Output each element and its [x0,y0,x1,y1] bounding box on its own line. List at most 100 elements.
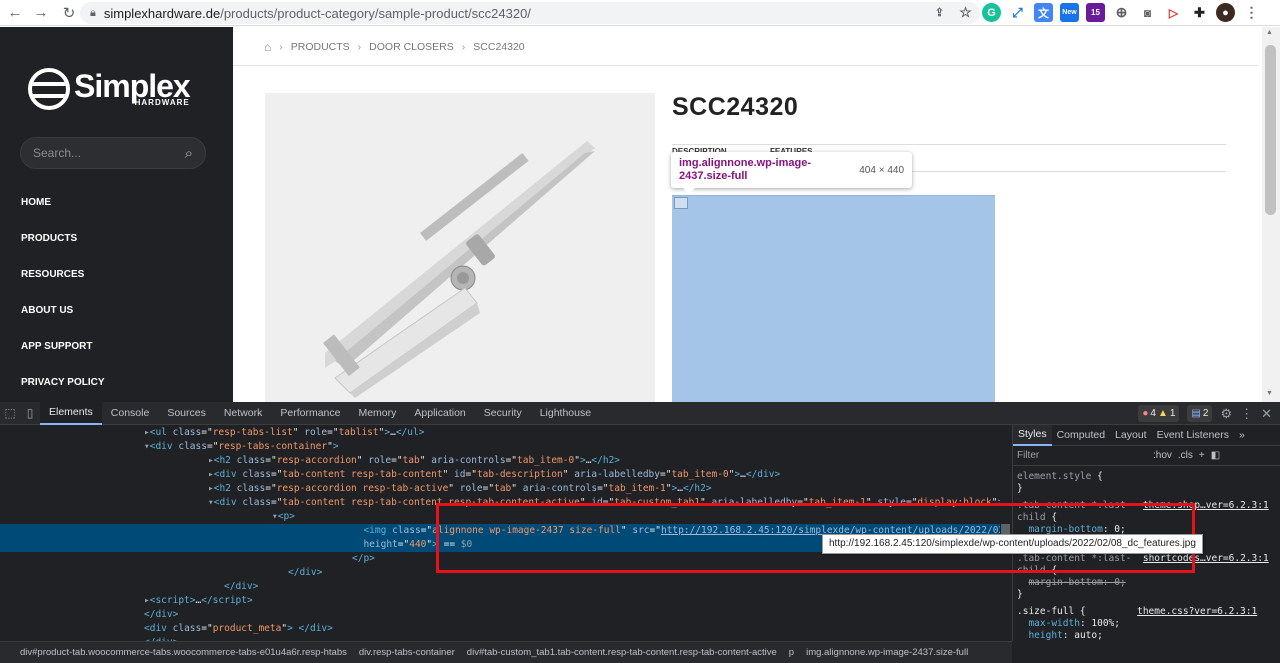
tab-lighthouse[interactable]: Lighthouse [531,402,600,425]
tab-sources[interactable]: Sources [158,402,215,425]
home-icon[interactable]: ⌂ [264,40,271,54]
tab-application[interactable]: Application [405,402,474,425]
inspect-element-icon[interactable]: ⬚ [0,402,20,425]
breadcrumb-separator: › [461,41,466,53]
style-rule-selector: .size-full { theme.css?ver=6.2.3:1 [1017,606,1258,617]
scroll-down-arrow-icon[interactable]: ▼ [1266,390,1273,397]
message-icon: ▤ [1191,408,1201,419]
dom-node-line[interactable]: </div> [0,566,322,580]
dom-node-line[interactable]: <div class="product_meta"> </div> [0,622,333,636]
shield-extension-icon[interactable]: 15 [1086,3,1105,22]
puzzle-extensions-icon[interactable]: ✚ [1190,3,1209,22]
cls-button[interactable]: .cls [1178,450,1193,461]
dom-node-line[interactable]: </p> [0,552,375,566]
devtools-more-icon[interactable]: ⋮ [1240,406,1253,422]
warning-icon: ▲ [1157,408,1168,419]
close-devtools-icon[interactable]: ✕ [1261,406,1272,422]
back-arrow-icon[interactable]: ← [4,2,26,24]
inspected-element-highlight [672,195,995,402]
more-tabs-icon[interactable]: » [1234,425,1250,446]
dom-node-line[interactable]: ▾<p> [0,510,295,524]
menu-item-app-support[interactable]: APP SUPPORT [21,341,105,377]
dom-node-line[interactable]: ▾<div class="resp-tabs-container"> [0,440,339,454]
camera-extension-icon[interactable]: ◙ [1138,3,1157,22]
warning-count: 1 [1169,408,1176,419]
dom-node-line[interactable]: </div> [0,580,258,594]
site-search-input[interactable] [33,146,173,160]
breadcrumb-door-closers[interactable]: DOOR CLOSERS [369,41,454,53]
dom-breadcrumb-item[interactable]: div#product-tab.woocommerce-tabs.woocomm… [20,647,347,658]
profile-avatar[interactable]: ● [1216,3,1235,22]
tab-performance[interactable]: Performance [271,402,349,425]
search-icon[interactable]: ⌕ [185,145,193,162]
menu-item-home[interactable]: HOME [21,197,105,233]
dom-node-line[interactable]: ▸<ul class="resp-tabs-list" role="tablis… [0,426,424,440]
dom-breadcrumb-item[interactable]: div#tab-custom_tab1.tab-content.resp-tab… [467,647,777,658]
translate-extension-icon[interactable]: 文 [1034,3,1053,22]
forward-arrow-icon[interactable]: → [30,2,52,24]
styles-filter-input[interactable] [1017,450,1147,461]
messages-badge[interactable]: ▤ 2 [1187,405,1213,422]
dom-node-line[interactable]: </div> [0,608,178,622]
devtools-tab-bar: ⬚ ▯ Elements Console Sources Network Per… [0,401,1280,425]
src-url-tooltip: http://192.168.2.45:120/simplexde/wp-con… [822,534,1203,554]
menu-item-resources[interactable]: RESOURCES [21,269,105,305]
tab-memory[interactable]: Memory [349,402,405,425]
address-bar[interactable]: 🔒︎ simplexhardware.de/products/product-c… [80,2,980,24]
extensions-area: ⇪ ☆ G ⤢ 文 New 15 ⊕ ◙ ▷ ✚ ● ⋮ [930,3,1261,22]
logo-word: Simplex [74,68,191,104]
tab-styles[interactable]: Styles [1013,425,1052,446]
page-scrollbar-thumb[interactable] [1265,45,1276,215]
menu-item-about-us[interactable]: ABOUT US [21,305,105,341]
divider [233,65,1258,66]
globe-extension-icon[interactable]: ⊕ [1112,3,1131,22]
tab-security[interactable]: Security [475,402,531,425]
tooltip-element-name: img.alignnone.wp-image-2437.size-full [679,157,812,182]
product-title: SCC24320 [672,93,799,121]
dom-node-line[interactable]: ▸<h2 class="resp-accordion resp-tab-acti… [0,482,712,496]
tab-divider-right [900,171,1226,172]
dom-node-line[interactable]: ▸<script>…</script> [0,594,253,608]
dom-breadcrumb-item[interactable]: img.alignnone.wp-image-2437.size-full [806,647,968,658]
new-rule-button[interactable]: + [1199,450,1205,461]
menu-item-privacy-policy[interactable]: PRIVACY POLICY [21,377,105,402]
play-extension-icon[interactable]: ▷ [1164,3,1183,22]
lock-icon[interactable]: 🔒︎ [90,7,96,20]
issues-badge[interactable]: ● 4 ▲ 1 [1138,405,1180,422]
grammarly-extension-icon[interactable]: G [982,3,1001,22]
tab-elements[interactable]: Elements [40,401,102,425]
tab-computed[interactable]: Computed [1052,425,1110,446]
product-image[interactable] [265,93,655,402]
expand-extension-icon[interactable]: ⤢ [1008,3,1027,22]
scroll-up-arrow-icon[interactable]: ▲ [1266,29,1273,36]
dom-node-line[interactable]: ▸<h2 class="resp-accordion" role="tab" a… [0,454,620,468]
url-text: simplexhardware.de/products/product-cate… [103,5,531,21]
more-menu-icon[interactable]: ⋮ [1242,3,1261,22]
tab-event-listeners[interactable]: Event Listeners [1152,425,1234,446]
dom-breadcrumb-item[interactable]: p [789,647,794,658]
tab-console[interactable]: Console [102,402,159,425]
style-rule-close: } [1017,483,1023,494]
breadcrumb-current: SCC24320 [473,41,525,53]
logo-subtitle: HARDWARE [134,98,190,107]
simplex-logo[interactable]: Simplex HARDWARE [28,65,198,113]
breadcrumb-separator: › [279,41,283,53]
broken-image-icon [674,197,688,209]
dom-breadcrumb-item[interactable]: div.resp-tabs-container [359,647,455,658]
share-icon[interactable]: ⇪ [930,3,949,22]
devtools-status-area: ● 4 ▲ 1 ▤ 2 ⚙ ⋮ ✕ [1138,405,1272,422]
tab-network[interactable]: Network [215,402,272,425]
settings-gear-icon[interactable]: ⚙ [1220,406,1232,422]
tab-layout[interactable]: Layout [1110,425,1152,446]
menu-item-products[interactable]: PRODUCTS [21,233,105,269]
hov-button[interactable]: :hov [1153,450,1172,461]
toggle-sidebar-icon[interactable]: ◧ [1211,450,1220,461]
reload-icon[interactable]: ↻ [58,2,80,24]
website-viewport: Simplex HARDWARE ⌕ HOME PRODUCTS RESOURC… [0,27,1280,402]
device-toolbar-icon[interactable]: ▯ [20,402,40,425]
error-icon: ● [1142,408,1149,419]
breadcrumb-products[interactable]: PRODUCTS [291,41,350,53]
bookmark-star-icon[interactable]: ☆ [956,3,975,22]
dom-node-line[interactable]: ▸<div class="tab-content resp-tab-conten… [0,468,780,482]
new-badge-extension-icon[interactable]: New [1060,3,1079,22]
